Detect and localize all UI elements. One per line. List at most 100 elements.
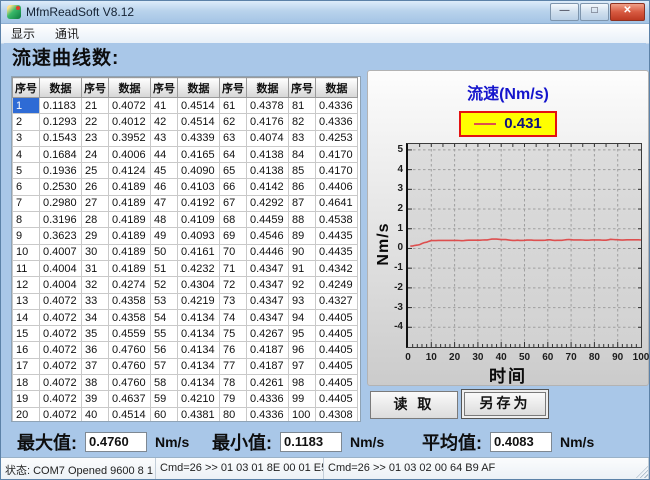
table-cell-value[interactable]: 0.4187: [247, 342, 289, 358]
table-cell-value[interactable]: 0.4165: [178, 146, 220, 162]
table-cell-serial[interactable]: 95: [289, 326, 316, 342]
table-cell-value[interactable]: 0.4405: [316, 342, 358, 358]
table-cell-value[interactable]: 0.4142: [247, 179, 289, 195]
table-cell-serial[interactable]: 17: [13, 358, 40, 374]
table-cell-serial[interactable]: 21: [82, 98, 109, 114]
table-cell-value[interactable]: 0.4274: [109, 277, 151, 293]
table-cell-serial[interactable]: 37: [82, 358, 109, 374]
table-cell-serial[interactable]: 58: [151, 375, 178, 391]
table-cell-value[interactable]: 0.4109: [178, 212, 220, 228]
table-cell-value[interactable]: 0.4249: [316, 277, 358, 293]
table-cell-value[interactable]: 0.4176: [247, 114, 289, 130]
table-cell-value[interactable]: 0.1684: [40, 146, 82, 162]
table-cell-serial[interactable]: 81: [289, 98, 316, 114]
table-cell-serial[interactable]: 42: [151, 114, 178, 130]
table-cell-value[interactable]: 0.1936: [40, 163, 82, 179]
table-cell-value[interactable]: 0.4004: [40, 277, 82, 293]
table-cell-serial[interactable]: 47: [151, 195, 178, 211]
table-cell-serial[interactable]: 56: [151, 342, 178, 358]
table-cell-serial[interactable]: 66: [220, 179, 247, 195]
table-cell-serial[interactable]: 5: [13, 163, 40, 179]
table-cell-serial[interactable]: 22: [82, 114, 109, 130]
max-value-field[interactable]: 0.4760: [85, 432, 147, 452]
table-cell-serial[interactable]: 44: [151, 146, 178, 162]
table-cell-serial[interactable]: 60: [151, 407, 178, 422]
table-cell-serial[interactable]: 15: [13, 326, 40, 342]
table-cell-value[interactable]: 0.4161: [178, 244, 220, 260]
table-cell-serial[interactable]: 76: [220, 342, 247, 358]
table-cell-serial[interactable]: 38: [82, 375, 109, 391]
table-cell-value[interactable]: 0.4261: [247, 375, 289, 391]
table-cell-serial[interactable]: 1: [13, 98, 40, 114]
table-cell-serial[interactable]: 29: [82, 228, 109, 244]
table-cell-value[interactable]: 0.4103: [178, 179, 220, 195]
table-cell-serial[interactable]: 71: [220, 260, 247, 276]
table-cell-value[interactable]: 0.4514: [178, 114, 220, 130]
table-cell-value[interactable]: 0.4514: [178, 98, 220, 114]
table-cell-value[interactable]: 0.4405: [316, 375, 358, 391]
table-cell-value[interactable]: 0.4072: [109, 98, 151, 114]
table-cell-serial[interactable]: 39: [82, 391, 109, 407]
table-cell-value[interactable]: 0.4336: [316, 114, 358, 130]
table-cell-value[interactable]: 0.4210: [178, 391, 220, 407]
table-cell-value[interactable]: 0.4292: [247, 195, 289, 211]
table-cell-value[interactable]: 0.4378: [247, 98, 289, 114]
table-cell-serial[interactable]: 51: [151, 260, 178, 276]
table-cell-value[interactable]: 0.4435: [316, 228, 358, 244]
table-cell-value[interactable]: 0.4406: [316, 179, 358, 195]
table-cell-serial[interactable]: 9: [13, 228, 40, 244]
table-cell-serial[interactable]: 14: [13, 309, 40, 325]
table-cell-value[interactable]: 0.4189: [109, 195, 151, 211]
table-cell-value[interactable]: 0.4134: [178, 326, 220, 342]
table-cell-serial[interactable]: 52: [151, 277, 178, 293]
table-cell-value[interactable]: 0.3196: [40, 212, 82, 228]
table-cell-serial[interactable]: 73: [220, 293, 247, 309]
table-cell-serial[interactable]: 83: [289, 130, 316, 146]
table-cell-value[interactable]: 0.4219: [178, 293, 220, 309]
menu-item-comm[interactable]: 通讯: [45, 24, 89, 43]
table-cell-value[interactable]: 0.4072: [40, 326, 82, 342]
table-cell-serial[interactable]: 79: [220, 391, 247, 407]
table-cell-serial[interactable]: 28: [82, 212, 109, 228]
table-cell-serial[interactable]: 43: [151, 130, 178, 146]
table-cell-value[interactable]: 0.4253: [316, 130, 358, 146]
table-cell-serial[interactable]: 90: [289, 244, 316, 260]
table-cell-value[interactable]: 0.4514: [109, 407, 151, 422]
table-cell-value[interactable]: 0.4232: [178, 260, 220, 276]
table-cell-value[interactable]: 0.4267: [247, 326, 289, 342]
table-cell-value[interactable]: 0.4072: [40, 309, 82, 325]
table-cell-value[interactable]: 0.4405: [316, 326, 358, 342]
table-cell-serial[interactable]: 10: [13, 244, 40, 260]
table-cell-value[interactable]: 0.4347: [247, 277, 289, 293]
table-cell-serial[interactable]: 77: [220, 358, 247, 374]
table-cell-value[interactable]: 0.4405: [316, 358, 358, 374]
table-cell-value[interactable]: 0.4641: [316, 195, 358, 211]
table-cell-serial[interactable]: 57: [151, 358, 178, 374]
table-cell-value[interactable]: 0.4134: [178, 309, 220, 325]
table-cell-serial[interactable]: 59: [151, 391, 178, 407]
table-cell-serial[interactable]: 78: [220, 375, 247, 391]
minimize-button[interactable]: —: [550, 3, 579, 21]
table-cell-serial[interactable]: 72: [220, 277, 247, 293]
table-cell-value[interactable]: 0.4336: [247, 391, 289, 407]
table-cell-value[interactable]: 0.4637: [109, 391, 151, 407]
table-cell-value[interactable]: 0.4189: [109, 244, 151, 260]
table-cell-value[interactable]: 0.4138: [247, 146, 289, 162]
table-cell-serial[interactable]: 97: [289, 358, 316, 374]
table-cell-value[interactable]: 0.4435: [316, 244, 358, 260]
close-button[interactable]: ✕: [610, 3, 645, 21]
table-cell-value[interactable]: 0.4405: [316, 309, 358, 325]
table-cell-value[interactable]: 0.4327: [316, 293, 358, 309]
table-cell-serial[interactable]: 85: [289, 163, 316, 179]
table-cell-value[interactable]: 0.4012: [109, 114, 151, 130]
table-cell-serial[interactable]: 80: [220, 407, 247, 422]
min-value-field[interactable]: 0.1183: [280, 432, 342, 452]
table-cell-serial[interactable]: 7: [13, 195, 40, 211]
table-cell-value[interactable]: 0.4170: [316, 146, 358, 162]
table-cell-value[interactable]: 0.4090: [178, 163, 220, 179]
table-cell-value[interactable]: 0.4342: [316, 260, 358, 276]
table-cell-value[interactable]: 0.4304: [178, 277, 220, 293]
table-cell-serial[interactable]: 94: [289, 309, 316, 325]
table-cell-serial[interactable]: 8: [13, 212, 40, 228]
table-cell-serial[interactable]: 13: [13, 293, 40, 309]
